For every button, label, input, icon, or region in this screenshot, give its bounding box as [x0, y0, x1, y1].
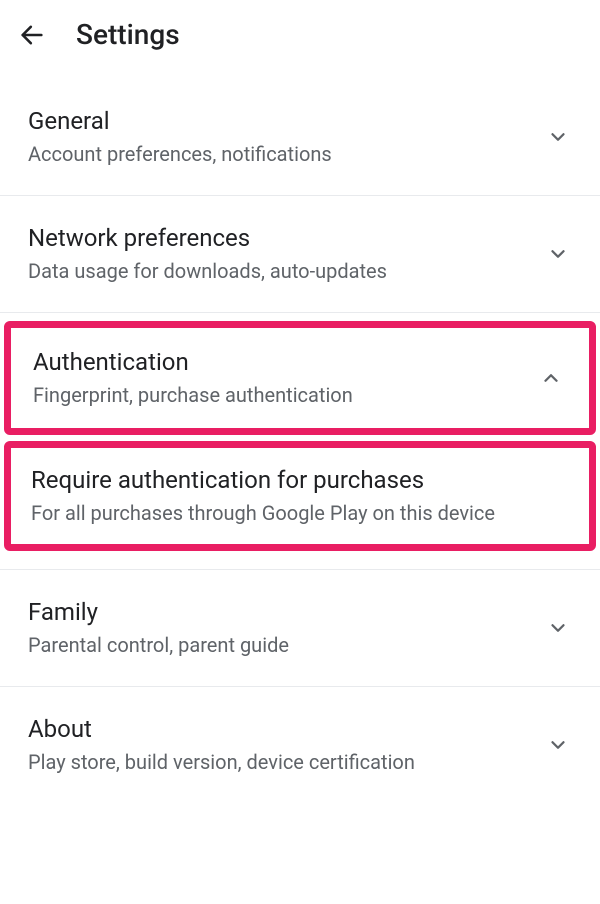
setting-content: General Account preferences, notificatio… — [28, 107, 534, 167]
setting-content: About Play store, build version, device … — [28, 715, 534, 775]
highlight-authentication: Authentication Fingerprint, purchase aut… — [4, 321, 596, 435]
chevron-up-icon — [539, 366, 563, 390]
setting-item-family[interactable]: Family Parental control, parent guide — [0, 570, 600, 687]
setting-content: Family Parental control, parent guide — [28, 598, 534, 658]
setting-item-network[interactable]: Network preferences Data usage for downl… — [0, 196, 600, 313]
setting-item-require-auth[interactable]: Require authentication for purchases For… — [11, 448, 589, 544]
setting-subtitle: For all purchases through Google Play on… — [31, 500, 569, 526]
setting-item-general[interactable]: General Account preferences, notificatio… — [0, 69, 600, 196]
chevron-down-icon — [546, 242, 570, 266]
back-button[interactable] — [18, 21, 46, 49]
setting-content: Network preferences Data usage for downl… — [28, 224, 534, 284]
header: Settings — [0, 0, 600, 69]
chevron-down-icon — [546, 125, 570, 149]
setting-subtitle: Parental control, parent guide — [28, 632, 534, 658]
setting-title: Family — [28, 598, 534, 626]
setting-subtitle: Account preferences, notifications — [28, 141, 534, 167]
setting-item-authentication[interactable]: Authentication Fingerprint, purchase aut… — [11, 328, 589, 428]
setting-title: Require authentication for purchases — [31, 466, 569, 494]
page-title: Settings — [76, 18, 180, 51]
setting-content: Authentication Fingerprint, purchase aut… — [33, 348, 527, 408]
highlight-require-auth: Require authentication for purchases For… — [4, 441, 596, 551]
settings-list: General Account preferences, notificatio… — [0, 69, 600, 803]
setting-content: Require authentication for purchases For… — [31, 466, 569, 526]
setting-subtitle: Play store, build version, device certif… — [28, 749, 534, 775]
setting-subtitle: Fingerprint, purchase authentication — [33, 382, 527, 408]
setting-title: Network preferences — [28, 224, 534, 252]
setting-item-about[interactable]: About Play store, build version, device … — [0, 687, 600, 803]
setting-title: General — [28, 107, 534, 135]
arrow-left-icon — [18, 21, 46, 49]
chevron-down-icon — [546, 733, 570, 757]
setting-title: About — [28, 715, 534, 743]
chevron-down-icon — [546, 616, 570, 640]
setting-title: Authentication — [33, 348, 527, 376]
setting-subtitle: Data usage for downloads, auto-updates — [28, 258, 534, 284]
